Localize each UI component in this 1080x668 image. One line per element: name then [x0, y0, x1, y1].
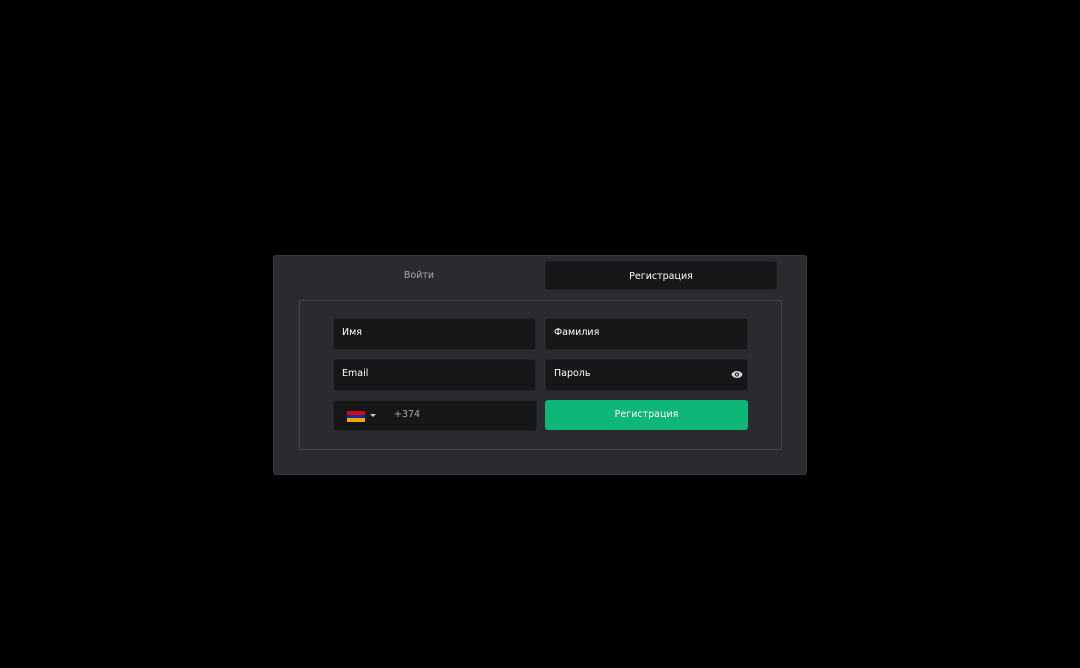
- tab-register[interactable]: Регистрация: [545, 261, 777, 290]
- password-placeholder: Пароль: [554, 368, 591, 379]
- flag-stripe-orange: [347, 418, 365, 423]
- tab-login[interactable]: Войти: [304, 261, 534, 290]
- phone-field[interactable]: +374: [333, 400, 537, 431]
- eye-icon[interactable]: [731, 370, 743, 379]
- last-name-placeholder: Фамилия: [554, 327, 600, 338]
- phone-dial-code: +374: [394, 409, 421, 420]
- first-name-field[interactable]: Имя: [333, 318, 536, 350]
- email-field[interactable]: Email: [333, 359, 536, 391]
- caret-down-icon[interactable]: [370, 414, 376, 417]
- auth-modal: Войти Регистрация Имя Фамилия Email Паро…: [273, 255, 807, 475]
- register-button[interactable]: Регистрация: [545, 400, 748, 430]
- registration-form: Имя Фамилия Email Пароль +374 Регистраци…: [299, 300, 782, 450]
- email-placeholder: Email: [342, 368, 369, 379]
- first-name-placeholder: Имя: [342, 327, 362, 338]
- last-name-field[interactable]: Фамилия: [545, 318, 748, 350]
- armenia-flag-icon[interactable]: [347, 411, 365, 423]
- password-field[interactable]: Пароль: [545, 359, 748, 391]
